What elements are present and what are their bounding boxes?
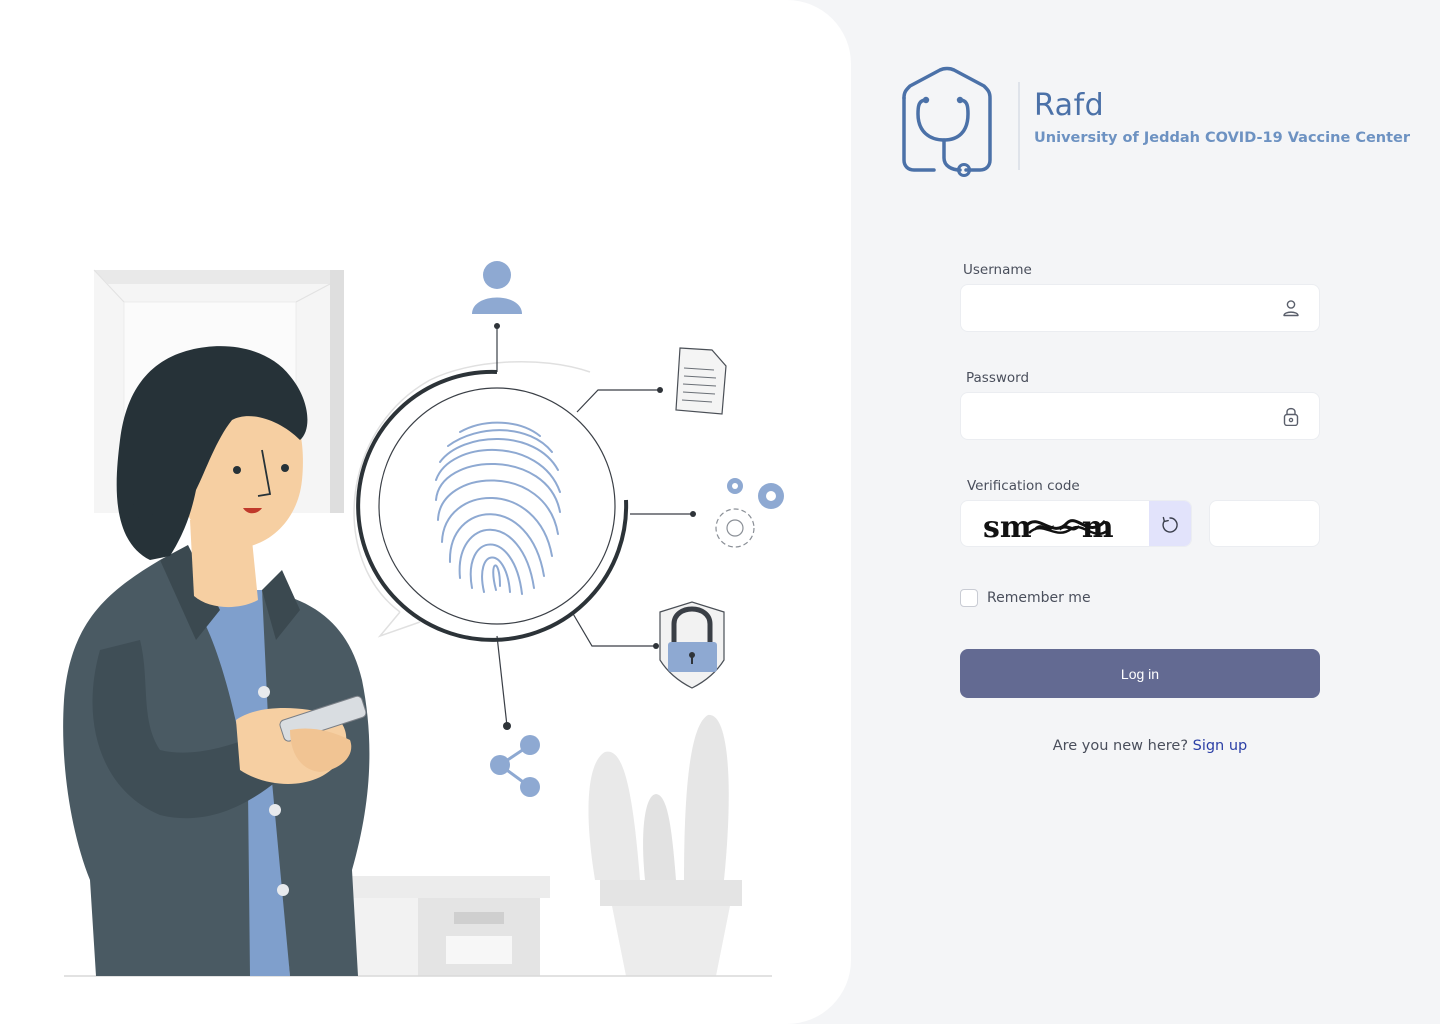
username-label: Username [963,262,1032,278]
brand-divider [1018,82,1020,170]
brand-name: Rafd [1034,88,1105,123]
refresh-icon [1162,516,1178,533]
user-avatar-icon [472,261,522,314]
gears-icon [715,478,784,548]
username-field-wrapper [960,284,1320,332]
cactus-plant [588,714,742,976]
captcha-image: sm~~m [983,510,1114,545]
biometric-login-illustration [63,261,784,977]
brand-header: Rafd University of Jeddah COVID-19 Vacci… [896,66,1410,177]
lock-icon [1283,407,1299,426]
login-button[interactable]: Log in [960,649,1320,698]
captcha-box: sm~~m [960,500,1192,547]
stethoscope-house-logo [902,66,992,177]
illustration-panel [0,0,851,1024]
remember-me-label: Remember me [987,590,1091,606]
username-input[interactable] [961,285,1319,331]
shield-lock-icon [659,601,725,689]
password-field-wrapper [960,392,1320,440]
brand-subtitle: University of Jeddah COVID-19 Vaccine Ce… [1034,130,1411,146]
user-icon [1283,300,1299,317]
verification-label: Verification code [967,478,1080,494]
password-input[interactable] [961,393,1319,439]
fingerprint-circle [356,369,629,642]
storage-box [340,876,550,976]
share-icon [490,735,540,797]
verification-input[interactable] [1210,501,1319,546]
signup-link[interactable]: Sign up [1193,738,1248,754]
password-label: Password [966,370,1030,386]
remember-me-checkbox[interactable] [960,589,978,607]
remember-me-row[interactable]: Remember me [960,589,1091,607]
signup-row: Are you new here? Sign up [960,738,1340,754]
captcha-refresh-button[interactable] [1149,501,1191,546]
signup-prompt: Are you new here? [1052,738,1189,754]
document-icon [675,347,727,415]
verification-field-wrapper [1209,500,1320,547]
